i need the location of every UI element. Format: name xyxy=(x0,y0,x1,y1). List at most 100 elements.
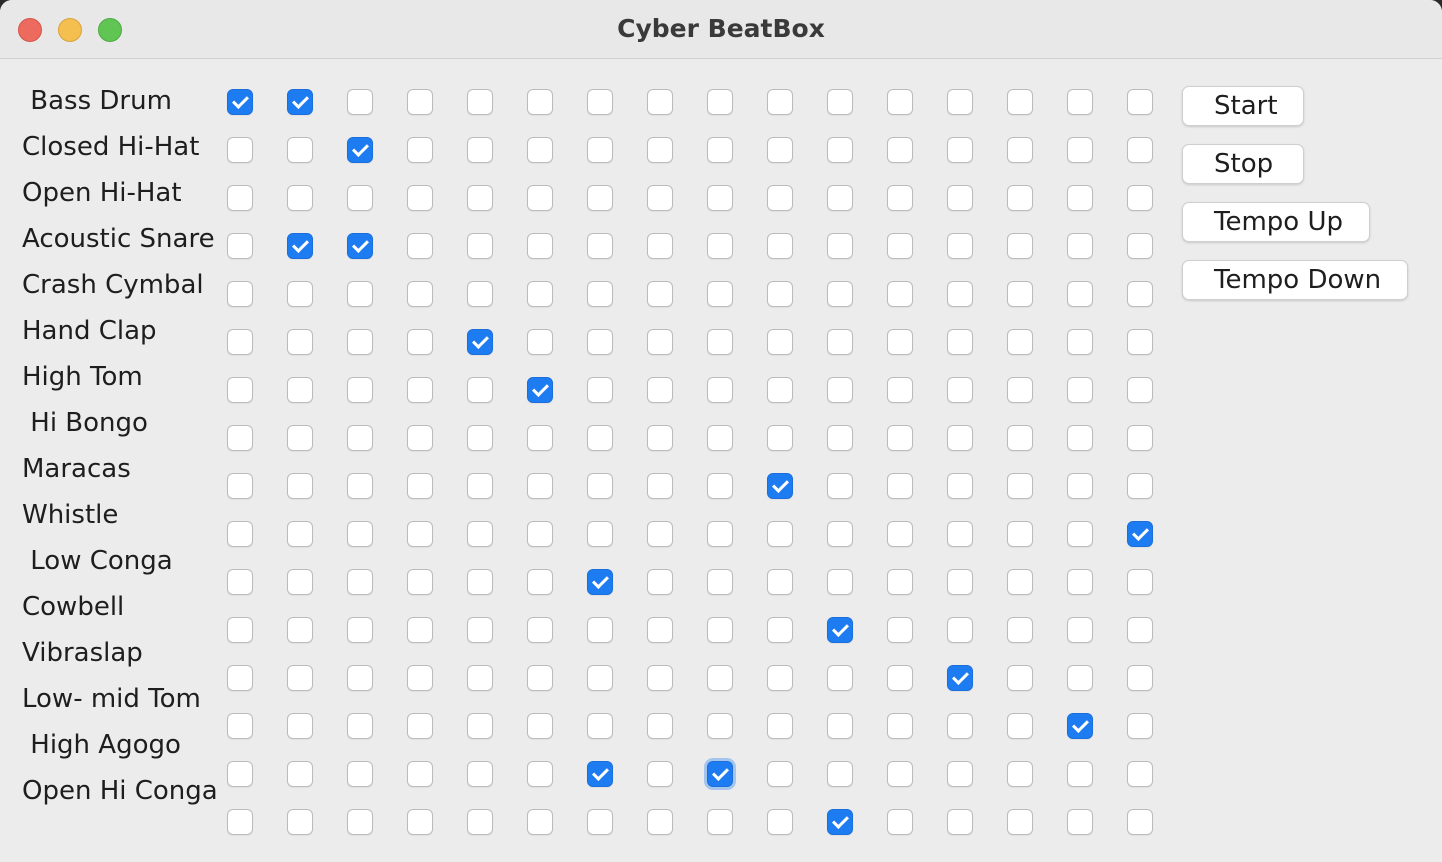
beat-checkbox[interactable] xyxy=(707,473,733,499)
beat-checkbox[interactable] xyxy=(407,185,433,211)
beat-checkbox[interactable] xyxy=(767,89,793,115)
beat-checkbox[interactable] xyxy=(827,89,853,115)
beat-checkbox[interactable] xyxy=(227,809,253,835)
beat-checkbox[interactable] xyxy=(287,713,313,739)
beat-checkbox[interactable] xyxy=(587,89,613,115)
beat-checkbox[interactable] xyxy=(467,809,493,835)
beat-checkbox[interactable] xyxy=(887,281,913,307)
beat-checkbox[interactable] xyxy=(407,233,433,259)
beat-checkbox[interactable] xyxy=(1067,329,1093,355)
beat-checkbox[interactable] xyxy=(647,89,673,115)
beat-checkbox[interactable] xyxy=(887,329,913,355)
beat-checkbox[interactable] xyxy=(887,89,913,115)
beat-checkbox[interactable] xyxy=(347,425,373,451)
beat-checkbox[interactable] xyxy=(767,761,793,787)
beat-checkbox[interactable] xyxy=(287,761,313,787)
beat-checkbox[interactable] xyxy=(1067,425,1093,451)
beat-checkbox[interactable] xyxy=(647,185,673,211)
beat-checkbox[interactable] xyxy=(1127,473,1153,499)
beat-checkbox[interactable] xyxy=(1127,329,1153,355)
beat-checkbox[interactable] xyxy=(947,329,973,355)
beat-checkbox[interactable] xyxy=(647,617,673,643)
beat-checkbox[interactable] xyxy=(707,809,733,835)
beat-checkbox[interactable] xyxy=(287,521,313,547)
beat-checkbox[interactable] xyxy=(1007,377,1033,403)
beat-checkbox[interactable] xyxy=(947,521,973,547)
beat-checkbox[interactable] xyxy=(947,89,973,115)
beat-checkbox[interactable] xyxy=(767,809,793,835)
beat-checkbox[interactable] xyxy=(887,521,913,547)
beat-checkbox[interactable] xyxy=(1127,89,1153,115)
beat-checkbox[interactable] xyxy=(287,329,313,355)
beat-checkbox[interactable] xyxy=(287,137,313,163)
beat-checkbox[interactable] xyxy=(647,233,673,259)
beat-checkbox[interactable] xyxy=(527,521,553,547)
beat-checkbox[interactable] xyxy=(1007,185,1033,211)
beat-checkbox[interactable] xyxy=(227,89,253,115)
beat-checkbox[interactable] xyxy=(287,473,313,499)
beat-checkbox[interactable] xyxy=(407,425,433,451)
beat-checkbox[interactable] xyxy=(527,665,553,691)
beat-checkbox[interactable] xyxy=(227,377,253,403)
beat-checkbox[interactable] xyxy=(1067,137,1093,163)
beat-checkbox[interactable] xyxy=(1007,137,1033,163)
beat-checkbox[interactable] xyxy=(887,137,913,163)
beat-checkbox[interactable] xyxy=(467,425,493,451)
beat-checkbox[interactable] xyxy=(587,281,613,307)
beat-checkbox[interactable] xyxy=(827,761,853,787)
beat-checkbox[interactable] xyxy=(1067,665,1093,691)
beat-checkbox[interactable] xyxy=(947,377,973,403)
beat-checkbox[interactable] xyxy=(587,137,613,163)
beat-checkbox[interactable] xyxy=(1067,473,1093,499)
beat-checkbox[interactable] xyxy=(647,425,673,451)
beat-checkbox[interactable] xyxy=(827,569,853,595)
beat-checkbox[interactable] xyxy=(647,473,673,499)
beat-checkbox[interactable] xyxy=(227,713,253,739)
beat-checkbox[interactable] xyxy=(347,329,373,355)
beat-checkbox[interactable] xyxy=(1067,761,1093,787)
beat-checkbox[interactable] xyxy=(887,617,913,643)
beat-checkbox[interactable] xyxy=(707,761,733,787)
beat-checkbox[interactable] xyxy=(407,473,433,499)
beat-checkbox[interactable] xyxy=(1127,521,1153,547)
beat-checkbox[interactable] xyxy=(527,137,553,163)
beat-checkbox[interactable] xyxy=(1067,89,1093,115)
beat-checkbox[interactable] xyxy=(647,281,673,307)
beat-checkbox[interactable] xyxy=(587,665,613,691)
beat-checkbox[interactable] xyxy=(947,809,973,835)
beat-checkbox[interactable] xyxy=(1127,617,1153,643)
beat-checkbox[interactable] xyxy=(1007,665,1033,691)
beat-checkbox[interactable] xyxy=(527,473,553,499)
beat-checkbox[interactable] xyxy=(407,281,433,307)
beat-checkbox[interactable] xyxy=(227,617,253,643)
beat-checkbox[interactable] xyxy=(587,473,613,499)
beat-checkbox[interactable] xyxy=(407,329,433,355)
beat-checkbox[interactable] xyxy=(887,473,913,499)
beat-checkbox[interactable] xyxy=(407,377,433,403)
beat-checkbox[interactable] xyxy=(467,521,493,547)
beat-checkbox[interactable] xyxy=(827,377,853,403)
beat-checkbox[interactable] xyxy=(287,665,313,691)
beat-checkbox[interactable] xyxy=(287,569,313,595)
beat-checkbox[interactable] xyxy=(467,569,493,595)
beat-checkbox[interactable] xyxy=(347,281,373,307)
beat-checkbox[interactable] xyxy=(407,761,433,787)
beat-checkbox[interactable] xyxy=(227,665,253,691)
beat-checkbox[interactable] xyxy=(287,809,313,835)
tempo-up-button[interactable]: Tempo Up xyxy=(1182,202,1370,242)
beat-checkbox[interactable] xyxy=(1067,809,1093,835)
beat-checkbox[interactable] xyxy=(767,473,793,499)
beat-checkbox[interactable] xyxy=(1127,137,1153,163)
beat-checkbox[interactable] xyxy=(527,617,553,643)
beat-checkbox[interactable] xyxy=(1007,761,1033,787)
beat-checkbox[interactable] xyxy=(1007,233,1033,259)
beat-checkbox[interactable] xyxy=(647,761,673,787)
beat-checkbox[interactable] xyxy=(947,761,973,787)
beat-checkbox[interactable] xyxy=(467,185,493,211)
beat-checkbox[interactable] xyxy=(947,473,973,499)
beat-checkbox[interactable] xyxy=(1007,809,1033,835)
beat-checkbox[interactable] xyxy=(1007,521,1033,547)
beat-checkbox[interactable] xyxy=(1127,425,1153,451)
beat-checkbox[interactable] xyxy=(1127,761,1153,787)
beat-checkbox[interactable] xyxy=(527,569,553,595)
